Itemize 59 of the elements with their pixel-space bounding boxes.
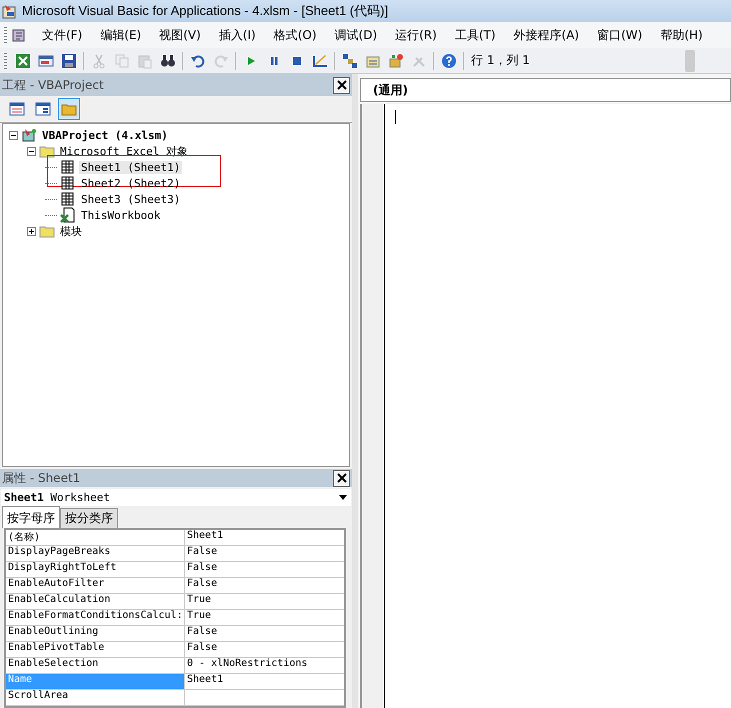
tree-item[interactable]: Sheet2 (Sheet2)	[79, 176, 182, 190]
tree-item[interactable]: 模块	[58, 224, 84, 238]
property-name[interactable]: EnableCalculation	[6, 594, 185, 609]
tree-item[interactable]: VBAProject (4.xlsm)	[40, 128, 170, 142]
menu-item[interactable]: 编辑(E)	[91, 24, 150, 46]
tree-item[interactable]: ThisWorkbook	[79, 208, 162, 222]
menu-item[interactable]: 运行(R)	[386, 24, 446, 46]
property-value[interactable]: 0 - xlNoRestrictions	[185, 658, 344, 673]
cursor-position: 行 1，列 1	[471, 52, 531, 69]
menu-item[interactable]: 插入(I)	[210, 24, 265, 46]
property-value[interactable]: False	[185, 562, 344, 577]
project-icon	[21, 127, 37, 143]
property-name[interactable]: DisplayPageBreaks	[6, 546, 185, 561]
property-name[interactable]: DisplayRightToLeft	[6, 562, 185, 577]
menu-item[interactable]: 窗口(W)	[588, 24, 652, 46]
collapse-icon[interactable]	[9, 130, 18, 140]
close-icon[interactable]	[333, 470, 350, 487]
property-name[interactable]: (名称)	[6, 530, 185, 545]
app-icon	[2, 3, 18, 19]
menu-item[interactable]: 视图(V)	[150, 24, 210, 46]
property-value[interactable]: True	[185, 594, 344, 609]
sheet-icon	[60, 175, 76, 191]
property-value[interactable]: False	[185, 546, 344, 561]
property-value[interactable]: Sheet1	[185, 674, 344, 689]
property-name[interactable]: EnableFormatConditionsCalcul:	[6, 610, 185, 625]
menu-item[interactable]: 帮助(H)	[651, 24, 712, 46]
tree-item[interactable]: Sheet3 (Sheet3)	[79, 192, 182, 206]
tab[interactable]: 按字母序	[2, 506, 60, 528]
property-value[interactable]: False	[185, 642, 344, 657]
property-value[interactable]: True	[185, 610, 344, 625]
sheet-icon	[60, 159, 76, 175]
menu-item[interactable]: 外接程序(A)	[504, 24, 588, 46]
object-dropdown[interactable]: (通用)	[361, 82, 408, 98]
tab[interactable]: 按分类序	[60, 508, 118, 528]
menu-item[interactable]: 工具(T)	[446, 24, 505, 46]
property-name[interactable]: EnablePivotTable	[6, 642, 185, 657]
property-value[interactable]: False	[185, 578, 344, 593]
close-icon[interactable]	[333, 76, 350, 94]
property-value[interactable]: False	[185, 626, 344, 641]
sheet-icon	[60, 191, 76, 207]
window-title: Microsoft Visual Basic for Applications - 4.xlsm - [Sheet1 (代码)]	[22, 2, 388, 20]
folders-view-icon[interactable]	[58, 98, 80, 120]
expand-icon[interactable]	[27, 226, 36, 236]
object-dropdown[interactable]: Sheet1 Worksheet	[1, 489, 351, 506]
workbook-icon	[60, 207, 76, 223]
property-name[interactable]: EnableSelection	[6, 658, 185, 673]
document-icon[interactable]	[11, 27, 27, 43]
property-value[interactable]: Sheet1	[185, 530, 344, 545]
property-name[interactable]: EnableAutoFilter	[6, 578, 185, 593]
property-name[interactable]: EnableOutlining	[6, 626, 185, 641]
dropdown-caret-icon[interactable]	[339, 495, 347, 500]
pane-title: 工程 - VBAProject	[2, 76, 104, 94]
tree-item[interactable]: Sheet1 (Sheet1)	[79, 160, 182, 174]
menu-item[interactable]: 文件(F)	[33, 24, 92, 46]
property-name[interactable]: ScrollArea	[6, 690, 185, 705]
menu-item[interactable]: 格式(O)	[264, 24, 326, 46]
collapse-icon[interactable]	[27, 146, 36, 156]
menu-item[interactable]: 调试(D)	[326, 24, 386, 46]
pane-title: 属性 - Sheet1	[2, 470, 80, 487]
